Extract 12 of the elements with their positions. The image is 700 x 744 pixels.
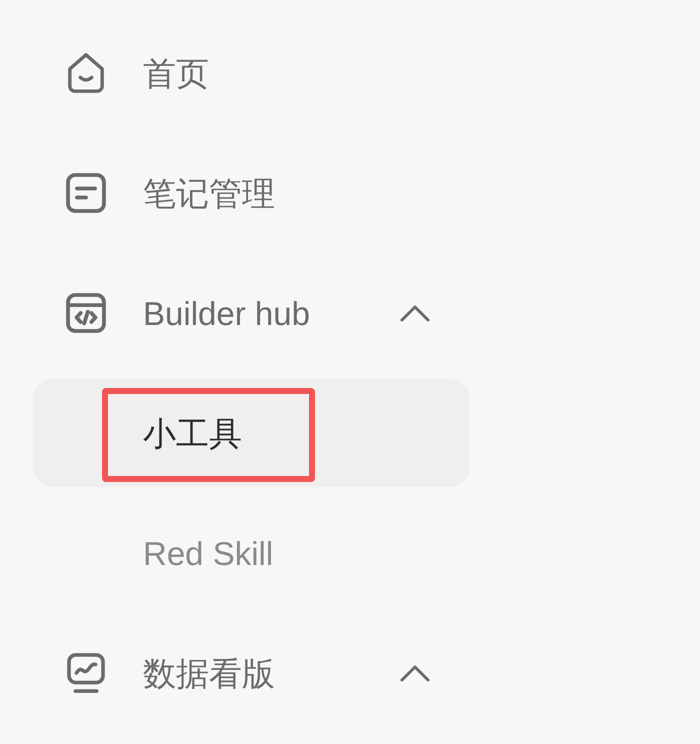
menu-item[interactable]: 笔记管理 [33, 133, 470, 253]
chevron-up-icon[interactable] [400, 304, 430, 322]
menu-item[interactable]: 首页 [33, 13, 470, 133]
note-icon [66, 173, 106, 213]
chevron-up-icon[interactable] [400, 664, 430, 682]
code-window-icon [66, 293, 106, 333]
menu-item[interactable]: 数据看版 [33, 613, 470, 733]
house-icon [66, 53, 106, 93]
submenu-item[interactable]: 小工具 [33, 379, 470, 487]
submenu-item[interactable]: Red Skill [33, 499, 470, 607]
chart-monitor-icon [66, 653, 106, 693]
menu-item[interactable]: Builder hub [33, 253, 470, 373]
